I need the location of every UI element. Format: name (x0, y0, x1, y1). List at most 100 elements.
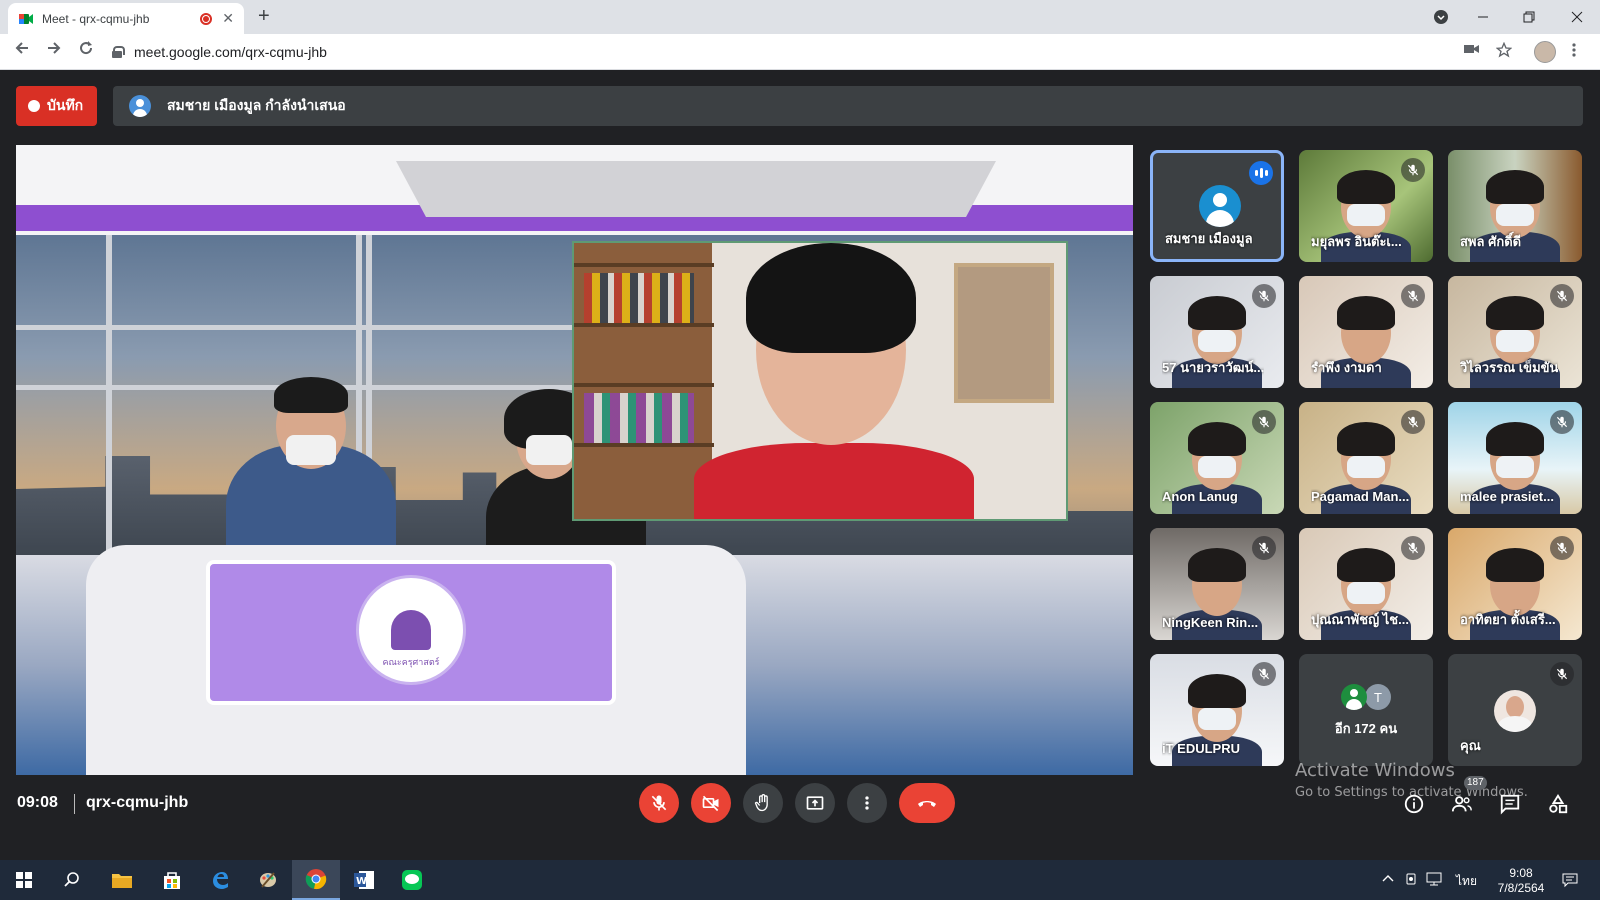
store-button[interactable] (148, 860, 196, 900)
participant-tile[interactable]: วิไลวรรณ เข็มขัน (1448, 276, 1582, 388)
mic-muted-icon (1252, 410, 1276, 434)
people-icon (1451, 796, 1472, 812)
more-options-button[interactable] (847, 783, 887, 823)
watermark-title: Activate Windows (1295, 760, 1455, 781)
participant-tile[interactable]: สพล ศักดิ์ดี (1448, 150, 1582, 262)
profile-avatar[interactable] (1534, 41, 1556, 63)
bookmark-star-icon[interactable] (1495, 41, 1513, 62)
start-button[interactable] (0, 860, 48, 900)
participant-tile[interactable]: รำพึง งามดา (1299, 276, 1433, 388)
network-icon[interactable] (1426, 872, 1442, 889)
participant-tile[interactable]: ปุณณาพัชญ์ ไช... (1299, 528, 1433, 640)
edge-button[interactable] (196, 860, 244, 900)
tray-overflow-icon[interactable] (1382, 872, 1394, 886)
more-participants-label: อีก 172 คน (1334, 721, 1398, 736)
record-dot-icon (28, 100, 40, 112)
reload-icon[interactable] (78, 40, 94, 61)
chat-icon (1500, 794, 1520, 815)
main-presentation-video[interactable]: คณะครุศาสตร์ (16, 145, 1133, 775)
mic-off-button[interactable] (639, 783, 679, 823)
participant-avatar-icon (1341, 684, 1367, 710)
raise-hand-button[interactable] (743, 783, 783, 823)
logo-caption: คณะครุศาสตร์ (382, 658, 440, 668)
paint-button[interactable] (244, 860, 292, 900)
mic-muted-icon (1401, 284, 1425, 308)
address-bar[interactable]: meet.google.com/qrx-cqmu-jhb (112, 39, 1502, 65)
mic-muted-icon (1550, 662, 1574, 686)
presenter-avatar-icon (129, 95, 151, 117)
participant-tile[interactable]: iT EDULPRU (1150, 654, 1284, 766)
url-text: meet.google.com/qrx-cqmu-jhb (134, 44, 327, 60)
participant-tile[interactable]: Anon Lanug (1150, 402, 1284, 514)
new-tab-button[interactable]: + (258, 5, 270, 28)
chat-button[interactable] (1497, 791, 1523, 817)
minimize-icon[interactable] (1460, 0, 1506, 34)
participant-name: สมชาย เมืองมูล (1165, 231, 1253, 246)
participant-initial: T (1365, 684, 1391, 710)
usb-icon[interactable] (1404, 872, 1418, 889)
close-window-icon[interactable] (1554, 0, 1600, 34)
participant-name: Pagamad Man... (1311, 489, 1410, 504)
recording-button[interactable]: บันทึก (16, 86, 97, 126)
more-vert-icon (865, 796, 869, 810)
participant-tile[interactable]: อาทิตยา ตั้งเสรี... (1448, 528, 1582, 640)
participant-tile[interactable]: Pagamad Man... (1299, 402, 1433, 514)
mic-muted-icon (1550, 536, 1574, 560)
presenting-text: สมชาย เมืองมูล กำลังนำเสนอ (167, 97, 346, 113)
line-button[interactable] (388, 860, 436, 900)
language-indicator[interactable]: ไทย (1456, 872, 1477, 891)
participant-tile[interactable]: มยุลพร อินต๊ะเ... (1299, 150, 1433, 262)
participant-tile[interactable]: NingKeen Rin... (1150, 528, 1284, 640)
info-icon (1404, 794, 1424, 814)
divider (74, 794, 75, 814)
camera-off-button[interactable] (691, 783, 731, 823)
search-button[interactable] (48, 860, 96, 900)
mic-muted-icon (1252, 662, 1276, 686)
forward-icon[interactable] (46, 40, 62, 61)
mic-muted-icon (1401, 536, 1425, 560)
participant-name: อาทิตยา ตั้งเสรี... (1460, 612, 1556, 627)
mic-muted-icon (1401, 410, 1425, 434)
participant-name: iT EDULPRU (1162, 741, 1240, 756)
clock-date: 7/8/2564 (1497, 881, 1545, 895)
participant-name: มยุลพร อินต๊ะเ... (1311, 234, 1402, 249)
leave-call-button[interactable] (899, 783, 955, 823)
taskbar-clock[interactable]: 9:08 7/8/2564 (1486, 866, 1556, 896)
participant-name: วิไลวรรณ เข็มขัน (1460, 360, 1559, 375)
chrome-menu-icon[interactable] (1572, 42, 1576, 62)
meeting-code: qrx-cqmu-jhb (86, 794, 189, 811)
participant-name: Anon Lanug (1162, 489, 1238, 504)
participant-tile[interactable]: 57 นายวราวัฒน์... (1150, 276, 1284, 388)
speaking-indicator-icon (1249, 161, 1273, 185)
participant-name: 57 นายวราวัฒน์... (1162, 360, 1265, 375)
chrome-button[interactable] (292, 860, 340, 900)
activities-icon (1549, 794, 1568, 814)
palette-icon (260, 872, 276, 888)
back-icon[interactable] (14, 40, 30, 61)
participant-tile[interactable]: คุณ (1448, 654, 1582, 766)
people-button[interactable] (1449, 791, 1475, 817)
lotus-icon (391, 610, 431, 650)
present-screen-button[interactable] (795, 783, 835, 823)
participant-avatar-icon (1199, 185, 1241, 227)
participant-name: รำพึง งามดา (1311, 360, 1382, 375)
browser-tab[interactable]: Meet - qrx-cqmu-jhb ✕ (8, 3, 244, 34)
recording-indicator-icon (200, 12, 213, 25)
restore-icon[interactable] (1506, 0, 1552, 34)
participant-tile[interactable]: T อีก 172 คน (1299, 654, 1433, 766)
mic-muted-icon (1252, 284, 1276, 308)
mic-muted-icon (1550, 284, 1574, 308)
meeting-details-button[interactable] (1401, 791, 1427, 817)
notifications-icon[interactable] (1562, 872, 1578, 891)
tab-search-icon[interactable] (1418, 0, 1464, 34)
file-explorer-button[interactable] (98, 860, 146, 900)
participant-tile[interactable]: สมชาย เมืองมูล (1150, 150, 1284, 262)
participant-name: malee prasiet... (1460, 489, 1554, 504)
participant-count-badge: 187 (1464, 776, 1487, 790)
camera-in-use-icon[interactable] (1464, 42, 1480, 59)
word-button[interactable]: W (340, 860, 388, 900)
participant-tile[interactable]: malee prasiet... (1448, 402, 1582, 514)
tab-close-icon[interactable]: ✕ (222, 10, 234, 27)
activities-button[interactable] (1545, 791, 1571, 817)
recording-label: บันทึก (47, 97, 84, 113)
